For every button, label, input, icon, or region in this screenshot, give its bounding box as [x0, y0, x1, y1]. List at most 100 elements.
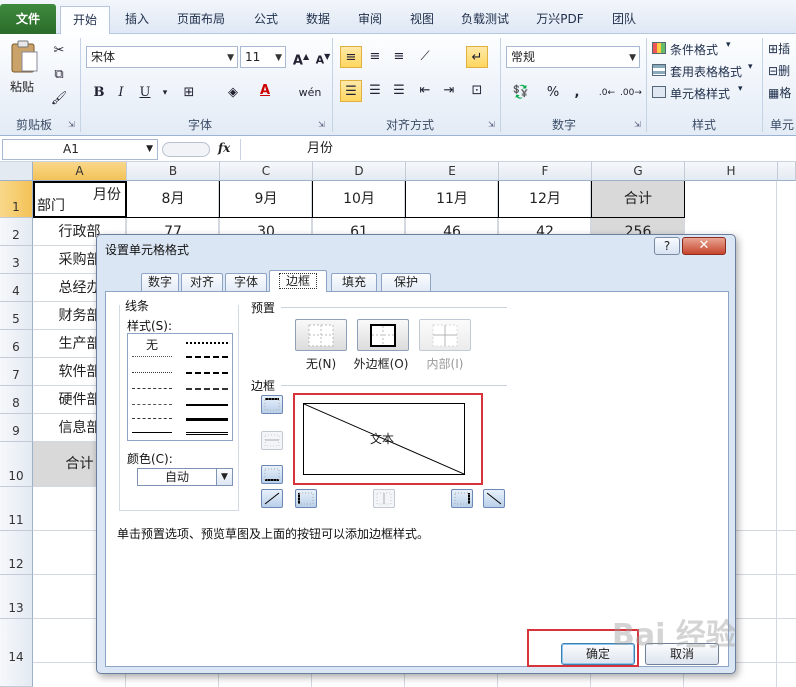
tab-wondershare-pdf[interactable]: 万兴PDF: [526, 6, 594, 34]
column-header[interactable]: H: [685, 162, 778, 181]
border-middle-button[interactable]: [261, 431, 283, 450]
line-style-option[interactable]: [132, 432, 172, 433]
line-style-option[interactable]: [132, 418, 172, 419]
line-style-option[interactable]: [132, 372, 172, 373]
alignment-launcher-icon[interactable]: ⇲: [488, 120, 495, 129]
line-style-option[interactable]: [186, 342, 228, 344]
font-launcher-icon[interactable]: ⇲: [318, 120, 325, 129]
row-header[interactable]: 3: [0, 246, 33, 274]
tab-load-test[interactable]: 负载测试: [452, 6, 518, 34]
cell-a1[interactable]: 月份 部门: [33, 181, 127, 218]
name-box[interactable]: A1 ▼: [2, 139, 158, 160]
column-header[interactable]: E: [406, 162, 499, 181]
column-header[interactable]: [778, 162, 796, 181]
font-color-icon[interactable]: A: [254, 80, 276, 102]
header-cell[interactable]: 9月: [220, 181, 313, 218]
comma-button[interactable]: ,: [566, 82, 588, 104]
tab-file[interactable]: 文件: [0, 4, 56, 34]
row-header[interactable]: 10: [0, 442, 33, 487]
border-diagonal-down-button[interactable]: [483, 489, 505, 508]
row-header[interactable]: 5: [0, 302, 33, 330]
tab-formulas[interactable]: 公式: [244, 6, 288, 34]
tab-review[interactable]: 审阅: [348, 6, 392, 34]
line-style-option[interactable]: [186, 388, 228, 390]
percent-button[interactable]: %: [542, 82, 564, 104]
align-left-icon[interactable]: ☰: [340, 80, 362, 102]
header-cell[interactable]: 8月: [127, 181, 220, 218]
tab-fill[interactable]: 填充: [331, 273, 377, 292]
align-top-icon[interactable]: ≡: [340, 46, 362, 68]
tab-home[interactable]: 开始: [60, 6, 110, 35]
borders-icon[interactable]: ⊞: [178, 82, 200, 104]
paste-button[interactable]: 粘贴: [6, 38, 42, 102]
tab-data[interactable]: 数据: [296, 6, 340, 34]
align-middle-icon[interactable]: ≡: [364, 46, 386, 68]
column-header[interactable]: C: [220, 162, 313, 181]
line-style-option[interactable]: [186, 418, 228, 421]
line-style-option[interactable]: [186, 404, 228, 406]
insert-cells-button[interactable]: ⊞插: [768, 40, 790, 57]
column-header[interactable]: F: [499, 162, 592, 181]
tab-insert[interactable]: 插入: [114, 6, 160, 34]
font-name-select[interactable]: 宋体 ▼: [86, 46, 238, 68]
row-header[interactable]: 8: [0, 386, 33, 414]
row-header[interactable]: 1: [0, 181, 33, 218]
header-cell[interactable]: 10月: [313, 181, 406, 218]
border-center-button[interactable]: [373, 489, 395, 508]
clipboard-launcher-icon[interactable]: ⇲: [68, 120, 75, 129]
tab-number[interactable]: 数字: [141, 273, 179, 292]
row-header[interactable]: 9: [0, 414, 33, 442]
grow-font-icon[interactable]: A▲: [290, 46, 312, 68]
tab-page-layout[interactable]: 页面布局: [166, 6, 236, 34]
chevron-down-icon[interactable]: ▾: [154, 82, 176, 104]
tab-view[interactable]: 视图: [400, 6, 444, 34]
line-style-option[interactable]: [186, 432, 228, 435]
conditional-format-button[interactable]: 条件格式 ▾: [652, 40, 748, 58]
column-header[interactable]: G: [592, 162, 685, 181]
column-header[interactable]: B: [127, 162, 220, 181]
tab-border[interactable]: 边框: [269, 270, 327, 292]
copy-icon[interactable]: ⧉: [48, 64, 70, 86]
currency-icon[interactable]: 💱: [510, 82, 532, 104]
line-style-option[interactable]: [132, 388, 172, 389]
tab-protection[interactable]: 保护: [381, 273, 431, 292]
tab-team[interactable]: 团队: [602, 6, 646, 34]
line-style-option[interactable]: [132, 356, 172, 357]
line-style-none[interactable]: 无: [128, 336, 176, 353]
line-style-option[interactable]: [186, 372, 228, 374]
merge-center-icon[interactable]: ⊡: [466, 80, 488, 102]
decrease-decimal-icon[interactable]: .00→: [620, 82, 642, 104]
underline-button[interactable]: U: [134, 82, 156, 104]
align-center-icon[interactable]: ☰: [364, 80, 386, 102]
format-cells-button[interactable]: ▦格: [768, 84, 791, 101]
tab-alignment[interactable]: 对齐: [181, 273, 223, 292]
row-header[interactable]: 14: [0, 619, 33, 687]
border-left-button[interactable]: [295, 489, 317, 508]
number-launcher-icon[interactable]: ⇲: [634, 120, 641, 129]
bold-button[interactable]: B: [88, 82, 110, 104]
align-right-icon[interactable]: ☰: [388, 80, 410, 102]
format-painter-icon[interactable]: 🖌: [48, 88, 70, 110]
border-diagonal-up-button[interactable]: [261, 489, 283, 508]
border-top-button[interactable]: [261, 395, 283, 414]
preset-inside-button[interactable]: [419, 319, 471, 351]
border-bottom-button[interactable]: [261, 465, 283, 484]
row-header[interactable]: 13: [0, 575, 33, 619]
increase-decimal-icon[interactable]: .0←: [596, 82, 618, 104]
row-header[interactable]: 4: [0, 274, 33, 302]
cut-icon[interactable]: ✂: [48, 40, 70, 62]
line-style-option[interactable]: [186, 356, 228, 358]
help-button[interactable]: ?: [654, 237, 680, 255]
row-header[interactable]: 6: [0, 330, 33, 358]
header-cell-total[interactable]: 合计: [592, 181, 685, 218]
line-style-list[interactable]: 无: [127, 333, 233, 441]
delete-cells-button[interactable]: ⊟删: [768, 62, 790, 79]
row-header[interactable]: 2: [0, 218, 33, 246]
preset-outline-button[interactable]: [357, 319, 409, 351]
cell-style-button[interactable]: 单元格样式 ▾: [652, 84, 748, 102]
preset-none-button[interactable]: [295, 319, 347, 351]
column-header[interactable]: A: [33, 162, 127, 181]
font-size-select[interactable]: 11 ▼: [240, 46, 286, 68]
increase-indent-icon[interactable]: ⇥: [438, 80, 460, 102]
decrease-indent-icon[interactable]: ⇤: [414, 80, 436, 102]
